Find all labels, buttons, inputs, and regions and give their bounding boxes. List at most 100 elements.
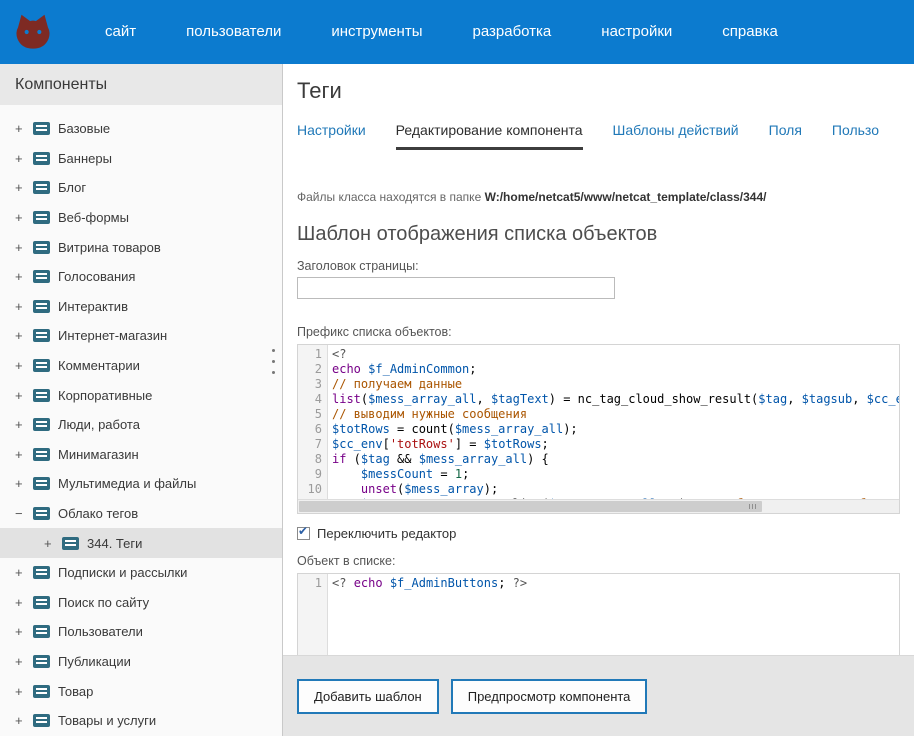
expander-icon[interactable]: +	[15, 624, 30, 639]
sidebar-item[interactable]: + Корпоративные	[0, 380, 282, 410]
line-number: 7	[314, 437, 322, 451]
sidebar-item[interactable]: + Витрина товаров	[0, 232, 282, 262]
sidebar-item[interactable]: + Интерактив	[0, 292, 282, 322]
line-number: 3	[314, 377, 322, 391]
nav-item[interactable]: пользователи	[161, 0, 306, 64]
expander-icon[interactable]: +	[15, 388, 30, 403]
component-icon	[33, 566, 50, 580]
expander-icon[interactable]: +	[44, 536, 59, 551]
component-icon	[33, 122, 50, 136]
netcat-cat-icon	[16, 14, 50, 49]
sidebar-item[interactable]: + Товары и услуги	[0, 706, 282, 736]
code-line: echo $f_AdminCommon;	[332, 362, 477, 376]
sidebar-item-label: 344. Теги	[87, 535, 143, 551]
line-number: 9	[314, 467, 322, 481]
add-template-button[interactable]: Добавить шаблон	[297, 678, 439, 714]
component-icon	[33, 714, 50, 728]
expander-icon[interactable]: +	[15, 299, 30, 314]
component-icon	[33, 240, 50, 254]
expander-icon[interactable]: +	[15, 654, 30, 669]
sidebar-item[interactable]: + Баннеры	[0, 144, 282, 174]
sidebar-item[interactable]: + Люди, работа	[0, 410, 282, 440]
sidebar-item[interactable]: + Блог	[0, 173, 282, 203]
footer-bar: Добавить шаблон Предпросмотр компонента	[283, 655, 914, 736]
component-icon	[33, 388, 50, 402]
expander-icon[interactable]: +	[15, 328, 30, 343]
tab-1[interactable]: Редактирование компонента	[395, 122, 583, 150]
code-editor-prefix[interactable]: 1234567891011 <?echo $f_AdminCommon;// п…	[297, 344, 900, 514]
line-number: 2	[314, 362, 322, 376]
sidebar-item[interactable]: + Товар	[0, 676, 282, 706]
code-line: if ($tag && $mess_array_all) {	[332, 452, 549, 466]
expander-icon[interactable]: +	[15, 565, 30, 580]
nav-item[interactable]: разработка	[447, 0, 576, 64]
code-line: list($mess_array_all, $tagText) = nc_tag…	[332, 392, 899, 406]
code-line: unset($mess_array);	[360, 482, 499, 496]
sidebar-item-label: Подписки и рассылки	[58, 565, 188, 581]
expander-icon[interactable]: +	[15, 713, 30, 728]
expander-icon[interactable]: +	[15, 240, 30, 255]
tab-2[interactable]: Шаблоны действий	[613, 122, 739, 150]
expander-icon[interactable]: +	[15, 358, 30, 373]
expander-icon[interactable]: +	[15, 684, 30, 699]
tab-0[interactable]: Настройки	[297, 122, 366, 150]
nav-item[interactable]: инструменты	[306, 0, 447, 64]
sidebar-item[interactable]: + Минимагазин	[0, 440, 282, 470]
sidebar-item[interactable]: + Интернет-магазин	[0, 321, 282, 351]
page-title-input[interactable]	[297, 277, 615, 299]
component-icon	[33, 211, 50, 225]
component-icon	[33, 359, 50, 373]
toggle-editor-checkbox[interactable]: ✔	[297, 524, 310, 540]
expander-icon[interactable]: +	[15, 476, 30, 491]
component-icon	[33, 595, 50, 609]
sidebar-item[interactable]: + Веб-формы	[0, 203, 282, 233]
toggle-editor-row[interactable]: ✔ Переключить редактор	[297, 524, 914, 541]
tab-3[interactable]: Поля	[769, 122, 802, 150]
expander-icon[interactable]: +	[15, 151, 30, 166]
sidebar-item[interactable]: + Комментарии	[0, 351, 282, 381]
section-heading: Шаблон отображения списка объектов	[297, 223, 658, 245]
component-icon	[33, 447, 50, 461]
sidebar-item[interactable]: + Пользователи	[0, 617, 282, 647]
sidebar-item-label: Облако тегов	[58, 506, 139, 522]
tab-4[interactable]: Пользо	[832, 122, 879, 150]
expander-icon[interactable]: +	[15, 447, 30, 462]
nav-item[interactable]: справка	[697, 0, 803, 64]
nav-item[interactable]: сайт	[80, 0, 161, 64]
sidebar-item[interactable]: + Голосования	[0, 262, 282, 292]
code-line: <? echo $f_AdminButtons; ?>	[332, 576, 528, 590]
editor-hscrollbar[interactable]	[298, 499, 899, 513]
line-number: 4	[314, 392, 322, 406]
expander-icon[interactable]: +	[15, 595, 30, 610]
code-area[interactable]: <? echo $f_AdminCommon;// получаем данные…	[328, 345, 899, 513]
sidebar-item[interactable]: +344. Теги	[0, 528, 282, 558]
sidebar-item[interactable]: + Мультимедиа и файлы	[0, 469, 282, 499]
sidebar-item[interactable]: + Подписки и рассылки	[0, 558, 282, 588]
sidebar-item[interactable]: − Облако тегов	[0, 499, 282, 529]
expander-icon[interactable]: +	[15, 210, 30, 225]
expander-icon[interactable]: −	[15, 506, 30, 521]
component-icon	[33, 151, 50, 165]
code-area[interactable]: <? echo $f_AdminButtons; ?>	[328, 574, 899, 655]
sidebar-item[interactable]: + Базовые	[0, 114, 282, 144]
editor-hscrollbar-thumb[interactable]	[299, 501, 762, 512]
preview-component-button[interactable]: Предпросмотр компонента	[450, 678, 648, 714]
sidebar-item-label: Блог	[58, 180, 87, 196]
sidebar-item-label: Базовые	[58, 121, 111, 137]
sidebar-item[interactable]: + Публикации	[0, 647, 282, 677]
sidebar-resize-handle[interactable]	[272, 345, 275, 378]
sidebar-item-label: Публикации	[58, 653, 131, 669]
expander-icon[interactable]: +	[15, 269, 30, 284]
sidebar-title: Компоненты	[0, 64, 282, 105]
nav-item[interactable]: настройки	[576, 0, 697, 64]
expander-icon[interactable]: +	[15, 417, 30, 432]
tabs-bar: Настройки Редактирование компонента Шаблон…	[297, 122, 914, 150]
checkmark-icon: ✔	[298, 524, 309, 538]
code-editor-object[interactable]: 1 <? echo $f_AdminButtons; ?>	[297, 573, 900, 655]
netcat-logo[interactable]	[0, 0, 66, 64]
expander-icon[interactable]: +	[15, 121, 30, 136]
code-line: <?	[332, 347, 347, 361]
expander-icon[interactable]: +	[15, 180, 30, 195]
sidebar-item[interactable]: + Поиск по сайту	[0, 588, 282, 618]
sidebar-item-label: Витрина товаров	[58, 239, 161, 255]
